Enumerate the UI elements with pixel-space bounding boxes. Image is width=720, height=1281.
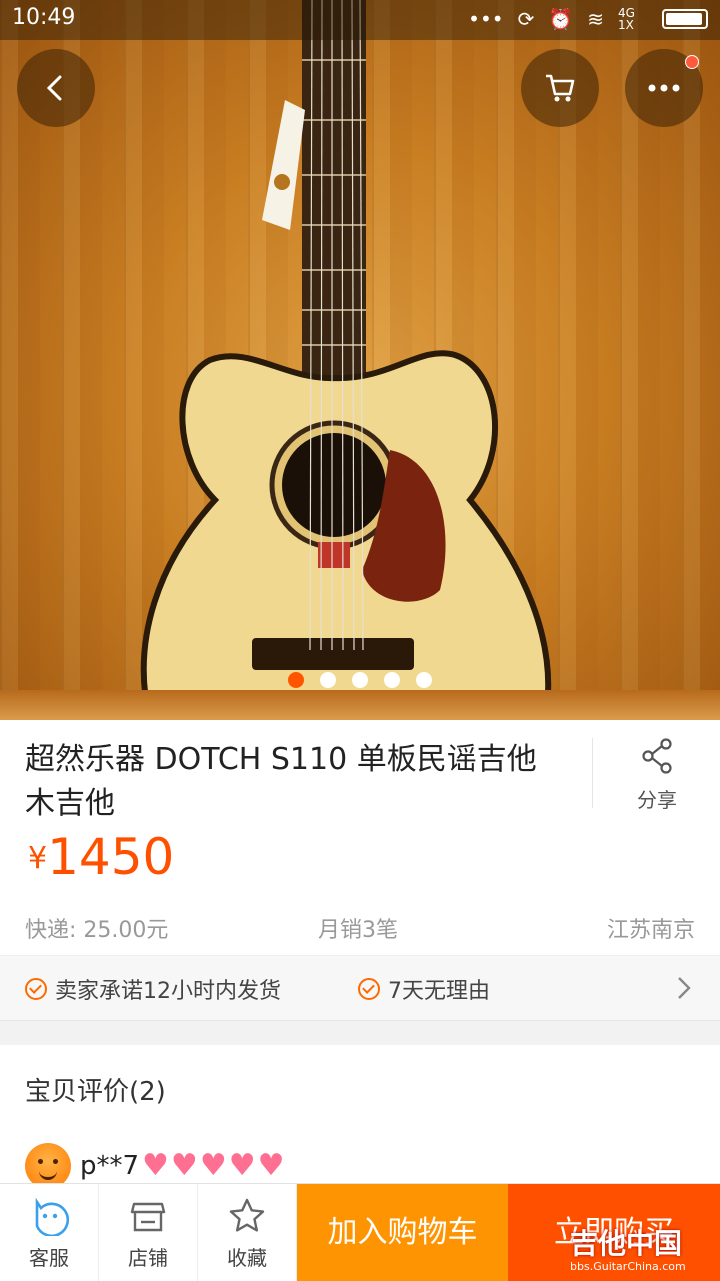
- chat-face-icon: [35, 1197, 70, 1238]
- status-icons: ••• ⟳ ⏰ ≋ 4G 1X: [468, 6, 708, 32]
- watermark-url: bbs.GuitarChina.com: [570, 1260, 686, 1273]
- more-options-button[interactable]: [625, 49, 703, 127]
- share-label: 分享: [637, 788, 677, 812]
- carousel-dot[interactable]: [384, 672, 400, 688]
- star-icon: [229, 1198, 265, 1232]
- wifi-icon: ≋: [587, 7, 604, 31]
- shop-icon: [130, 1202, 166, 1232]
- promise-item: 卖家承诺12小时内发货: [25, 973, 281, 1005]
- carousel-indicator: [288, 672, 432, 688]
- cart-icon: [546, 74, 575, 102]
- reviews-section[interactable]: 宝贝评价(2) p**7 ♥ ♥ ♥ ♥ ♥: [0, 1045, 720, 1205]
- shipping-fee: 快递: 25.00元: [25, 918, 169, 943]
- more-status-icon: •••: [468, 7, 504, 31]
- more-dots-icon: [648, 84, 680, 92]
- price-value: 1450: [47, 828, 175, 886]
- promise-label: 卖家承诺12小时内发货: [55, 979, 281, 1004]
- alarm-icon: ⏰: [548, 7, 574, 31]
- site-watermark: 吉他中国 bbs.GuitarChina.com: [570, 1222, 686, 1273]
- product-info: 超然乐器 DOTCH S110 单板民谣吉他 木吉他 分享 ¥1450 快递: …: [0, 720, 720, 955]
- carousel-dot[interactable]: [416, 672, 432, 688]
- heart-icon: ♥: [199, 1148, 227, 1183]
- product-meta: 快递: 25.00元 月销3笔 江苏南京: [0, 912, 720, 943]
- heart-icon: ♥: [142, 1148, 169, 1183]
- share-icon: [642, 738, 672, 774]
- price-currency: ¥: [28, 841, 48, 876]
- favorite-tab[interactable]: 收藏: [198, 1184, 297, 1281]
- shop-tab[interactable]: 店铺: [99, 1184, 198, 1281]
- shop-label: 店铺: [128, 1246, 168, 1270]
- chevron-left-icon: [46, 75, 62, 101]
- watermark-title: 吉他中国: [570, 1227, 683, 1260]
- product-price: ¥1450: [28, 828, 174, 886]
- reviewer-level-hearts: ♥ ♥ ♥ ♥ ♥: [142, 1149, 285, 1183]
- stage-floor: [0, 690, 720, 720]
- battery-icon: [662, 9, 708, 29]
- seller-location: 江苏南京: [606, 918, 695, 943]
- status-time: 10:49: [12, 5, 76, 30]
- check-circle-icon: [25, 978, 47, 1000]
- cart-button[interactable]: [521, 49, 599, 127]
- carousel-dot[interactable]: [320, 672, 336, 688]
- notification-dot: [685, 55, 699, 69]
- check-circle-icon: [358, 978, 380, 1000]
- carousel-dot[interactable]: [288, 672, 304, 688]
- reviews-heading: 宝贝评价(2): [25, 1077, 166, 1107]
- service-promises[interactable]: 卖家承诺12小时内发货 7天无理由: [0, 955, 720, 1021]
- back-button[interactable]: [17, 49, 95, 127]
- sync-icon: ⟳: [517, 7, 535, 31]
- product-image-carousel[interactable]: [0, 0, 720, 720]
- monthly-sales: 月销3笔: [318, 918, 398, 943]
- customer-service-tab[interactable]: 客服: [0, 1184, 99, 1281]
- reviewer-name: p**7: [80, 1151, 140, 1181]
- add-to-cart-button[interactable]: 加入购物车: [297, 1184, 508, 1281]
- heart-icon: ♥: [257, 1148, 285, 1183]
- customer-service-label: 客服: [29, 1246, 69, 1270]
- favorite-label: 收藏: [227, 1246, 267, 1270]
- carousel-dot[interactable]: [352, 672, 368, 688]
- product-title: 超然乐器 DOTCH S110 单板民谣吉他 木吉他: [25, 742, 537, 821]
- promise-item: 7天无理由: [358, 973, 490, 1005]
- guitar-image: [140, 0, 552, 720]
- status-bar: 10:49 ••• ⟳ ⏰ ≋ 4G 1X: [0, 0, 720, 40]
- signal-icon: 4G 1X: [618, 6, 635, 32]
- heart-icon: ♥: [228, 1148, 256, 1183]
- chevron-right-icon: [678, 977, 691, 999]
- share-button[interactable]: 分享: [592, 738, 720, 812]
- promise-label: 7天无理由: [388, 979, 490, 1004]
- heart-icon: ♥: [170, 1148, 198, 1183]
